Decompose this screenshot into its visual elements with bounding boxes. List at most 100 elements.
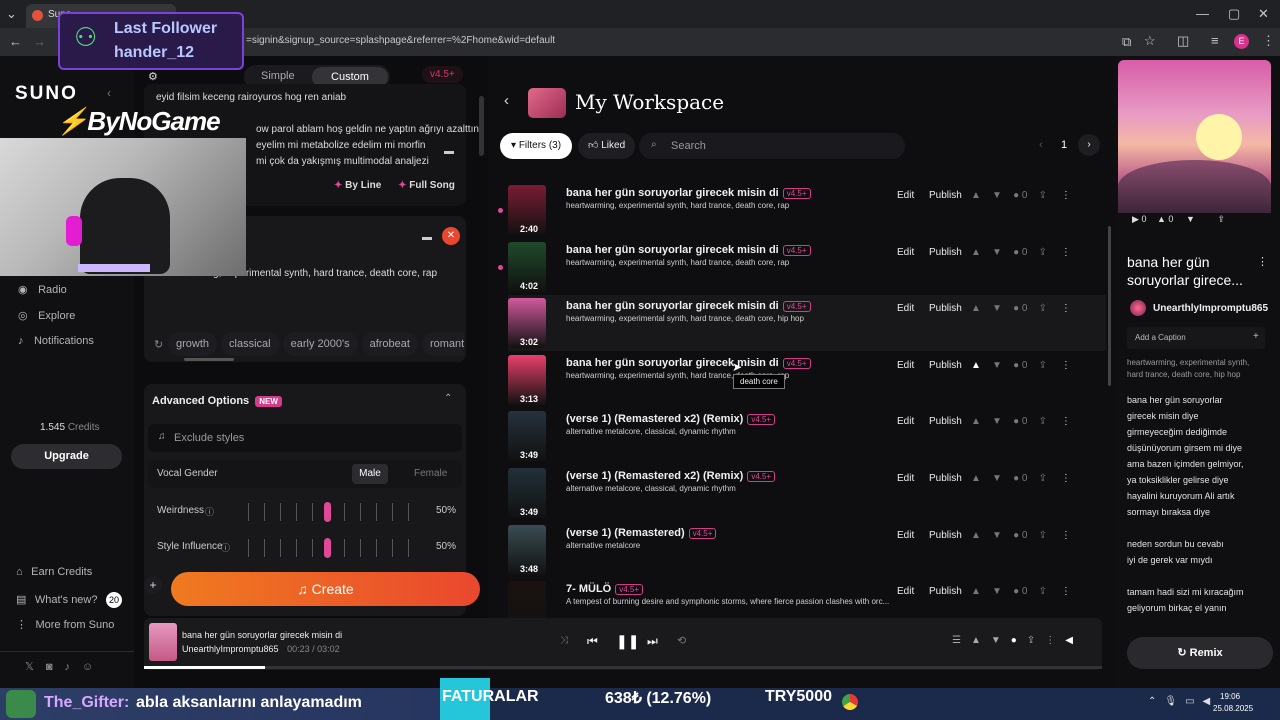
discord-icon[interactable]: ☺ [82,661,105,673]
liked-filter-button[interactable]: 👍︎ Liked [578,133,636,159]
profile-avatar[interactable]: E [1234,34,1249,49]
comment-icon[interactable]: ● [1013,190,1019,201]
style-chip[interactable]: classical [221,332,279,356]
share-icon[interactable]: ⇪ [1039,473,1047,484]
male-option[interactable]: Male [352,464,388,484]
thumbs-up-icon[interactable]: ▲ [971,473,981,484]
refresh-icon[interactable]: ↻ [154,338,163,351]
comment-icon[interactable]: ● [1013,360,1019,371]
share-icon[interactable]: ⇪ [1039,247,1047,258]
player-progress-track[interactable] [144,666,1102,669]
tab-menu-icon[interactable]: ⌄ [6,6,17,22]
comment-icon[interactable]: ● [1011,635,1027,646]
reading-list-icon[interactable]: ≡ [1211,33,1219,48]
song-row[interactable]: 2:40 bana her gün soruyorlar girecek misi… [498,182,1106,238]
info-icon[interactable]: ⓘ [221,541,230,554]
mic-icon[interactable]: 🎙︎ [1164,696,1185,707]
edit-button[interactable]: Edit [897,247,914,258]
create-button[interactable]: ♫ Create [171,572,480,606]
song-title[interactable]: bana her gün soruyorlar girecek misin di… [566,187,811,199]
more-icon[interactable]: ⋮ [1045,635,1065,646]
song-thumbnail[interactable]: 3:13 [508,355,546,405]
chevron-up-icon[interactable]: ⌃ [444,393,452,404]
share-icon[interactable]: ⇪ [1027,635,1045,646]
song-title[interactable]: (verse 1) (Remastered x2) (Remix) v4.5+ [566,470,776,482]
list-scrollbar[interactable] [1108,226,1111,386]
tiktok-icon[interactable]: ♪ [65,661,83,673]
thumbs-up-icon[interactable]: ▲ [971,416,981,427]
song-title[interactable]: (verse 1) (Remastered x2) (Remix) v4.5+ [566,413,776,425]
more-icon[interactable]: ⋮ [1061,416,1071,427]
publish-button[interactable]: Publish [929,247,962,258]
pause-icon[interactable]: ❚❚ [616,633,639,650]
song-row[interactable]: 3:48 (verse 1) (Remastered) v4.5+ alternati… [508,522,1106,578]
song-thumbnail[interactable]: 3:49 [508,411,546,461]
thumbs-up-icon[interactable]: ▲ [971,190,981,201]
back-chevron-icon[interactable]: ‹ [504,92,509,109]
search-input[interactable]: ⌕ Search [639,133,905,159]
maximize-icon[interactable]: ▢ [1228,6,1240,22]
female-option[interactable]: Female [414,468,447,479]
style-chip[interactable]: early 2000's [282,332,358,356]
song-row[interactable]: 3:49 (verse 1) (Remastered x2) (Remix) v4.… [508,408,1106,464]
thumbs-down-icon[interactable]: ▼ [992,416,1002,427]
publish-button[interactable]: Publish [929,360,962,371]
thumbs-up-icon[interactable]: ▲ [971,635,991,646]
edit-button[interactable]: Edit [897,360,914,371]
full-song-button[interactable]: Full Song [409,180,455,191]
sidebar-item-more-from-suno[interactable]: ⋮ More from Suno [16,615,114,633]
extensions-icon[interactable]: ◫ [1177,33,1189,49]
chrome-taskbar-icon[interactable] [842,694,858,710]
advanced-options-header[interactable]: Advanced Options NEW [152,395,282,407]
upgrade-button[interactable]: Upgrade [11,444,122,469]
thumbs-up-icon[interactable]: ▲ [971,247,981,258]
player-artist[interactable]: UnearthlyImpromptu865 [182,644,279,654]
share-icon[interactable]: ⇪ [1217,214,1225,224]
comment-icon[interactable]: ● [1013,473,1019,484]
song-title[interactable]: (verse 1) (Remastered) v4.5+ [566,527,717,539]
style-chip[interactable]: afrobeat [361,332,418,356]
x-icon[interactable]: 𝕏 [25,661,46,673]
song-title[interactable]: bana her gün soruyorlar girecek misin di… [566,244,811,256]
info-icon[interactable]: ⓘ [205,505,214,518]
thumbs-down-icon[interactable]: ▼ [992,530,1002,541]
forward-icon[interactable]: → [33,34,46,49]
comment-icon[interactable]: ● [1013,586,1019,597]
previous-icon[interactable]: ⏮ [587,634,598,649]
edit-button[interactable]: Edit [897,530,914,541]
sidebar-item-notifications[interactable]: ♪ Notifications [18,331,94,349]
edit-button[interactable]: Edit [897,416,914,427]
style-chip[interactable]: romant [421,332,464,356]
slider-handle[interactable] [324,502,331,522]
song-thumbnail[interactable]: 3:49 [508,468,546,518]
translate-icon[interactable]: ⧉ [1122,34,1131,50]
thumbs-down-icon[interactable]: ▼ [992,247,1002,258]
shuffle-styles-icon[interactable]: ✕ [442,227,460,245]
thumbs-down-icon[interactable]: ▼ [992,586,1002,597]
add-caption-input[interactable]: Add a Caption + [1127,327,1265,349]
publish-button[interactable]: Publish [929,473,962,484]
minimize-icon[interactable]: — [1196,6,1209,21]
comment-icon[interactable]: ● [1013,247,1019,258]
publish-button[interactable]: Publish [929,416,962,427]
shuffle-icon[interactable]: ⤨ [560,635,568,646]
more-icon[interactable]: ⋮ [1061,586,1071,597]
comment-icon[interactable]: ● [1013,303,1019,314]
chips-scrollbar[interactable] [184,358,234,361]
back-icon[interactable]: ← [9,34,22,49]
thumbs-down-icon[interactable]: ▼ [1186,214,1195,224]
instagram-icon[interactable]: ◙ [46,661,65,673]
thumbs-down-icon[interactable]: ▼ [992,360,1002,371]
repeat-icon[interactable]: ⟲ [677,634,686,647]
more-icon[interactable]: ⋮ [1061,303,1071,314]
edit-button[interactable]: Edit [897,473,914,484]
song-row[interactable]: 4:02 bana her gün soruyorlar girecek misi… [498,239,1106,295]
more-icon[interactable]: ⋮ [1061,360,1071,371]
song-row[interactable]: 3:13 bana her gün soruyorlar girecek misi… [508,352,1106,408]
edit-button[interactable]: Edit [897,190,914,201]
more-icon[interactable]: ⋮ [1061,190,1071,201]
edit-button[interactable]: Edit [897,586,914,597]
share-icon[interactable]: ⇪ [1039,586,1047,597]
more-icon[interactable]: ⋮ [1061,247,1071,258]
close-icon[interactable]: ✕ [1258,6,1269,22]
